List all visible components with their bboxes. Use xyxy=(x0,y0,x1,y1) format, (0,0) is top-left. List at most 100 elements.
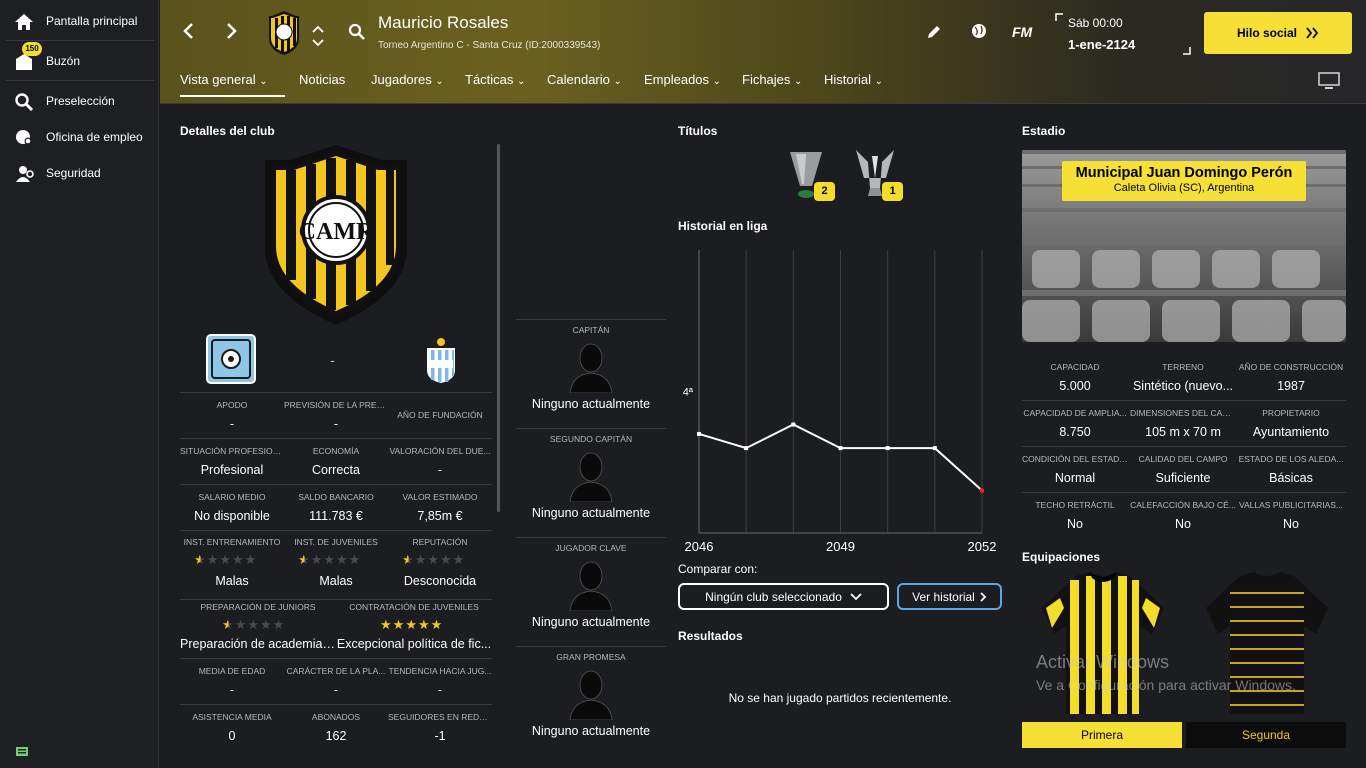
tab-transfers[interactable]: Fichajes ⌄ xyxy=(742,72,802,87)
player-silhouette-icon[interactable] xyxy=(568,668,614,720)
tab-players[interactable]: Jugadores ⌄ xyxy=(371,72,444,87)
stat-label: TENDENCIA HACIA JUG... xyxy=(388,666,492,676)
star-icon: ★ xyxy=(439,552,453,567)
away-kit-image[interactable] xyxy=(1204,572,1330,716)
tab-staff[interactable]: Empleados ⌄ xyxy=(644,72,721,87)
tab-tactics[interactable]: Tácticas ⌄ xyxy=(465,72,525,87)
stadium-stat-label: TERRENO xyxy=(1162,362,1204,372)
stadium-stat-label: CAPACIDAD xyxy=(1050,362,1100,372)
stadium-name: Municipal Juan Domingo Perón xyxy=(1075,165,1293,181)
tab-label: Noticias xyxy=(299,72,346,87)
divider xyxy=(180,704,492,705)
display-mode-button[interactable] xyxy=(1318,72,1340,95)
star-icon: ★ xyxy=(414,552,428,567)
back-button[interactable] xyxy=(182,22,194,43)
away-kit-button[interactable]: Segunda xyxy=(1186,722,1346,748)
home-kit-button[interactable]: Primera xyxy=(1022,722,1182,748)
tab-calendar[interactable]: Calendario ⌄ xyxy=(547,72,622,87)
stat-label: VALORACIÓN DEL DUE... xyxy=(389,446,491,456)
stat-label: ABONADOS xyxy=(311,712,361,722)
game-date[interactable]: 1-ene-2124 xyxy=(1068,37,1135,52)
stadium-stat-label: ESTADO DE LOS ALEDA... xyxy=(1238,454,1344,464)
stat-label: CARÁCTER DE LA PLA... xyxy=(286,666,386,676)
club-crest-large: CAMR xyxy=(265,145,407,325)
sidebar-item-job-centre[interactable]: Oficina de empleo xyxy=(0,120,159,156)
league-history-chart: 2046 2049 2052 4ª xyxy=(683,250,997,554)
role-title: JUGADOR CLAVE xyxy=(555,543,627,553)
club-details-title: Detalles del club xyxy=(180,124,275,138)
star-icon: ★ xyxy=(348,552,362,567)
sidebar-item-label: Buzón xyxy=(46,54,81,68)
manager-name[interactable]: Mauricio Rosales xyxy=(378,13,508,33)
club-switch-down-button[interactable] xyxy=(312,34,324,52)
stat-label: VALOR ESTIMADO xyxy=(402,492,478,502)
player-silhouette-icon[interactable] xyxy=(568,559,614,611)
club-subtitle: Torneo Argentino C - Santa Cruz (ID:2000… xyxy=(378,40,601,51)
x-tick-label: 2046 xyxy=(685,539,714,554)
data-point xyxy=(791,422,796,427)
sidebar-item-shortlist[interactable]: Preselección xyxy=(0,84,159,120)
search-button[interactable] xyxy=(348,23,366,46)
divider xyxy=(1022,492,1346,493)
stat-value: - xyxy=(333,417,339,431)
stadium-stat-value: Ayuntamiento xyxy=(1252,425,1330,439)
stat-value: -1 xyxy=(434,729,446,743)
sidebar-item-label: Preselección xyxy=(46,94,115,108)
league-titles-count: 2 xyxy=(814,182,835,201)
role-holder: Ninguno actualmente xyxy=(531,724,651,738)
stat-value: Malas xyxy=(215,574,249,588)
club-crest-small-icon[interactable] xyxy=(266,10,302,56)
stadium-stat-label: VALLAS PUBLICITARIAS... xyxy=(1238,500,1344,510)
stadium-stat-value: Suficiente xyxy=(1155,471,1211,485)
compare-club-select[interactable]: Ningún club seleccionado xyxy=(678,583,889,610)
status-bar-icon[interactable] xyxy=(16,747,28,756)
stat-label: ASISTENCIA MEDIA xyxy=(192,712,272,722)
sidebar-item-inbox[interactable]: 150 Buzón xyxy=(0,42,159,80)
world-button[interactable] xyxy=(970,22,988,45)
stat-value: 0 xyxy=(228,729,236,743)
home-kit-image[interactable] xyxy=(1040,572,1166,716)
stadium-stat-value: No xyxy=(1283,517,1299,531)
tab-overview[interactable]: Vista general ⌄ xyxy=(180,72,285,97)
role-holder: Ninguno actualmente xyxy=(531,615,651,629)
cup-titles-count: 1 xyxy=(882,182,903,201)
pencil-icon xyxy=(928,26,940,38)
results-empty-text: No se han jugado partidos recientemente. xyxy=(728,691,952,705)
chevron-down-icon xyxy=(312,39,324,47)
stat-label: SALDO BANCARIO xyxy=(298,492,374,502)
scrollbar[interactable] xyxy=(497,144,500,512)
divider xyxy=(180,484,492,485)
tab-label: Empleados xyxy=(644,72,710,87)
player-silhouette-icon[interactable] xyxy=(568,450,614,502)
fm-menu-button[interactable]: FM xyxy=(1012,24,1032,40)
double-chevron-right-icon xyxy=(1306,27,1319,39)
stadium-stat-value: 5.000 xyxy=(1059,379,1091,393)
view-history-button[interactable]: Ver historial xyxy=(897,583,1002,610)
sidebar-item-security[interactable]: Seguridad xyxy=(0,156,159,192)
sidebar-item-home[interactable]: Pantalla principal xyxy=(0,4,159,40)
globe-icon xyxy=(972,24,986,38)
player-silhouette-icon[interactable] xyxy=(568,341,614,393)
tab-history[interactable]: Historial ⌄ xyxy=(824,72,883,87)
social-feed-button[interactable]: Hilo social xyxy=(1204,12,1352,54)
chevron-right-icon xyxy=(227,23,237,39)
tab-label: Vista general xyxy=(180,72,256,87)
stat-label: SITUACIÓN PROFESION... xyxy=(180,446,284,456)
argentina-fa-logo-icon[interactable] xyxy=(424,334,458,384)
stadium-stat-label: CALIDAD DEL CAMPO xyxy=(1138,454,1228,464)
social-feed-label: Hilo social xyxy=(1236,26,1298,40)
tab-news[interactable]: Noticias xyxy=(299,72,345,87)
forward-button[interactable] xyxy=(226,22,238,43)
stadium-stat-value: No xyxy=(1067,517,1083,531)
league-logo-icon[interactable] xyxy=(206,334,256,384)
tab-label: Calendario xyxy=(547,72,610,87)
divider xyxy=(516,537,666,538)
star-icon: ★ xyxy=(219,552,232,567)
stadium-stat-label: TECHO RETRÁCTIL xyxy=(1035,500,1115,510)
stadium-name-plate: Municipal Juan Domingo Perón Caleta Oliv… xyxy=(1062,161,1306,201)
data-point xyxy=(697,431,701,436)
x-tick-label: 2052 xyxy=(968,539,997,554)
rating-stars: ★★★★★ xyxy=(222,617,285,633)
star-icon: ★ xyxy=(259,617,273,632)
edit-button[interactable] xyxy=(926,24,942,45)
